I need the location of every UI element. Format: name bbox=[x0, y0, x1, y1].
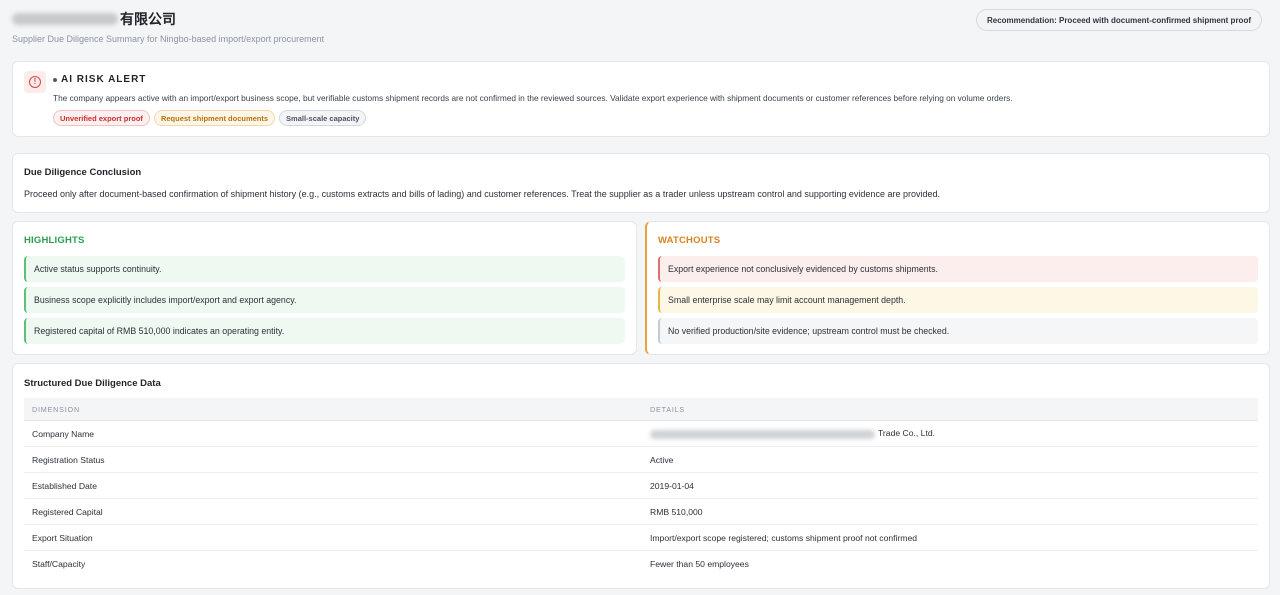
highlights-title: HIGHLIGHTS bbox=[24, 235, 85, 246]
redacted-company-name bbox=[650, 429, 875, 439]
page-header: 有限公司 Supplier Due Diligence Summary for … bbox=[12, 9, 1270, 49]
details-cell: Fewer than 50 employees bbox=[650, 559, 749, 569]
alert-text: The company appears active with an impor… bbox=[53, 93, 1013, 103]
details-cell: RMB 510,000 bbox=[650, 506, 703, 517]
details-cell: Active bbox=[650, 454, 674, 465]
due-diligence-table: DIMENSION DETAILS Company Name Trade Co.… bbox=[24, 398, 1258, 577]
page-subtitle: Supplier Due Diligence Summary for Ningb… bbox=[12, 34, 325, 44]
details-cell: 2019-01-04 bbox=[650, 480, 694, 491]
dimension-cell: Export Situation bbox=[32, 532, 93, 543]
details-cell: Trade Co., Ltd. bbox=[642, 428, 1258, 439]
column-header-dimension: DIMENSION bbox=[32, 404, 80, 414]
dimension-cell: Staff/Capacity bbox=[32, 559, 86, 569]
watchout-item: Small enterprise scale may limit account… bbox=[658, 287, 1258, 313]
structured-data-card: Structured Due Diligence Data DIMENSION … bbox=[12, 363, 1270, 589]
tag-request-shipment-documents: Request shipment documents bbox=[153, 110, 276, 126]
tag-unverified-export-proof: Unverified export proof bbox=[53, 110, 150, 126]
conclusion-title: Due Diligence Conclusion bbox=[24, 167, 142, 178]
alert-title: AI RISK ALERT bbox=[61, 74, 147, 85]
dimension-cell: Registration Status bbox=[32, 454, 105, 465]
table-row: Established Date 2019-01-04 bbox=[24, 473, 1258, 499]
dimension-cell: Registered Capital bbox=[32, 506, 103, 517]
bullet-dot-icon bbox=[53, 77, 57, 82]
tag-small-scale-capacity: Small-scale capacity bbox=[279, 110, 367, 126]
watchout-item: No verified production/site evidence; up… bbox=[658, 318, 1258, 344]
highlight-item: Registered capital of RMB 510,000 indica… bbox=[24, 318, 625, 344]
alert-icon-container: ! bbox=[24, 71, 46, 93]
watchouts-card: WATCHOUTS Export experience not conclusi… bbox=[645, 221, 1270, 355]
highlights-card: HIGHLIGHTS Active status supports contin… bbox=[12, 221, 637, 355]
page-title-suffix: 有限公司 bbox=[120, 11, 176, 27]
table-row: Staff/Capacity Fewer than 50 employees bbox=[24, 551, 1258, 577]
dimension-cell: Established Date bbox=[32, 480, 97, 491]
highlight-item: Business scope explicitly includes impor… bbox=[24, 287, 625, 313]
ai-risk-alert-card: ! AI RISK ALERT The company appears acti… bbox=[12, 61, 1270, 137]
dimension-cell: Company Name bbox=[32, 428, 95, 439]
details-cell: Import/export scope registered; customs … bbox=[650, 532, 918, 543]
watchout-item: Export experience not conclusively evide… bbox=[658, 256, 1258, 282]
table-title: Structured Due Diligence Data bbox=[24, 378, 161, 389]
table-row: Company Name Trade Co., Ltd. bbox=[24, 421, 1258, 447]
table-row: Export Situation Import/export scope reg… bbox=[24, 525, 1258, 551]
table-row: Registration Status Active bbox=[24, 447, 1258, 473]
highlight-item: Active status supports continuity. bbox=[24, 256, 625, 282]
conclusion-text: Proceed only after document-based confir… bbox=[24, 189, 940, 199]
alert-circle-icon: ! bbox=[29, 76, 41, 88]
company-name-suffix: Trade Co., Ltd. bbox=[878, 428, 936, 439]
table-header-row: DIMENSION DETAILS bbox=[24, 398, 1258, 421]
watchouts-title: WATCHOUTS bbox=[658, 235, 721, 246]
alert-header: AI RISK ALERT bbox=[53, 74, 146, 85]
recommendation-badge: Recommendation: Proceed with document-co… bbox=[975, 9, 1262, 31]
conclusion-card: Due Diligence Conclusion Proceed only af… bbox=[12, 153, 1270, 213]
table-row: Registered Capital RMB 510,000 bbox=[24, 499, 1258, 525]
redacted-company-name bbox=[12, 13, 118, 25]
alert-tags: Unverified export proof Request shipment… bbox=[53, 110, 367, 126]
column-header-details: DETAILS bbox=[650, 404, 686, 414]
